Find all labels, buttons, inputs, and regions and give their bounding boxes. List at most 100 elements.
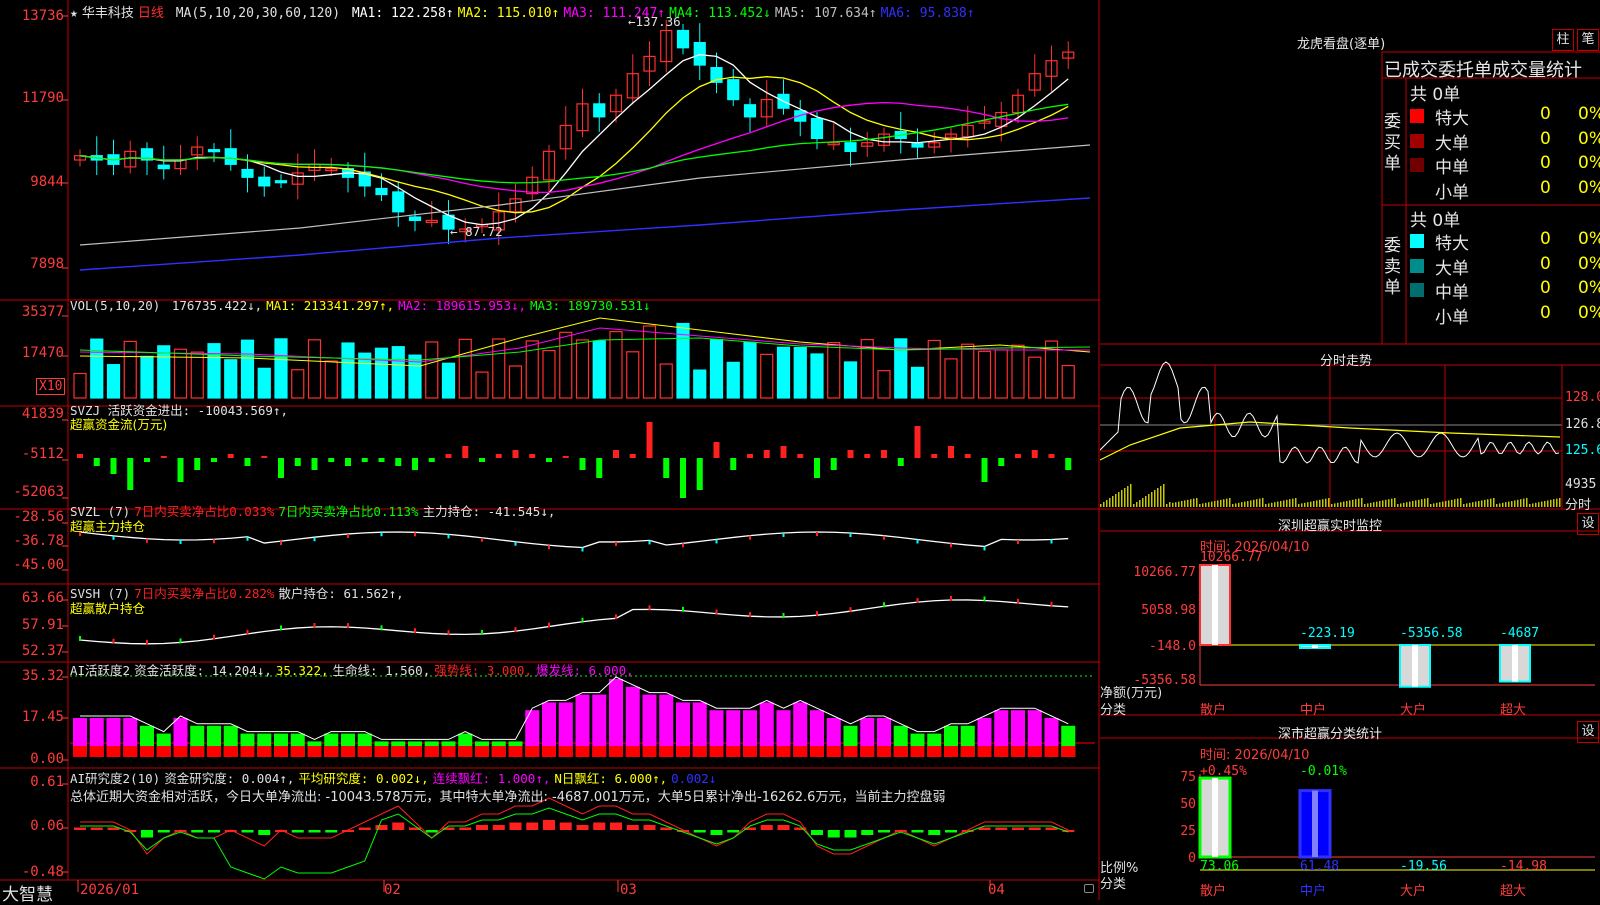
research-bar — [358, 827, 371, 830]
fenshi-volume-bar — [1322, 499, 1324, 507]
volume-bar — [307, 339, 322, 399]
fund-flow-bar — [914, 426, 921, 458]
svsh-axis-label: 57.91 — [21, 617, 64, 633]
volume-bar — [877, 370, 891, 399]
fenshi-axis-label: 126.8 — [1565, 417, 1600, 432]
fenshi-volume-bar — [1295, 498, 1297, 507]
volume-bar — [324, 360, 338, 399]
holding-tick — [313, 623, 316, 629]
activity-base — [1061, 746, 1076, 757]
fenshi-volume-bar — [1511, 501, 1513, 507]
order-count: 0 — [1540, 253, 1551, 274]
holding-tick — [514, 627, 517, 633]
research-bar — [626, 825, 639, 830]
fenshi-volume-bar — [1508, 501, 1510, 507]
fund-flow-bar — [412, 458, 418, 470]
activity-base — [1011, 746, 1025, 757]
candle-body — [810, 117, 824, 140]
price-axis-label: 9844 — [30, 174, 64, 190]
fenshi-volume-bar — [1160, 486, 1162, 507]
research-bar — [308, 830, 321, 833]
research-bar — [844, 830, 857, 838]
fenshi-volume-bar — [1109, 498, 1111, 507]
volume-bar — [542, 349, 556, 399]
holding-tick — [816, 532, 818, 537]
fenshi-volume-bar — [1529, 504, 1531, 507]
sell-order-row: 特大 0 0% — [1410, 229, 1600, 254]
fenshi-volume-bar — [1427, 498, 1429, 507]
fenshi-volume-bar — [1250, 500, 1252, 507]
lock-icon[interactable] — [1084, 884, 1094, 893]
fund-flow-bar — [244, 458, 251, 466]
sz-monitor-settings-button[interactable]: 设 — [1577, 513, 1599, 535]
ma-value: MA4: 113.452↓ — [669, 6, 771, 21]
holding-tick — [782, 612, 785, 618]
fenshi-volume-bar — [1262, 498, 1264, 507]
fenshi-volume-bar — [1475, 501, 1477, 507]
date-axis-label: 2026/01 — [80, 882, 140, 898]
volume-bar — [441, 362, 456, 399]
volume-bar — [106, 364, 121, 399]
activity-base — [441, 746, 456, 757]
volume-bar — [575, 339, 590, 399]
volume-bar — [492, 338, 506, 399]
fenshi-axis-label: 128.0 — [1565, 390, 1600, 405]
ai-activity-axis-label: 35.32 — [21, 668, 64, 684]
class-category-label: 散户 — [1200, 884, 1227, 899]
fenshi-volume-bar — [1553, 499, 1555, 507]
order-percent: 0% — [1578, 302, 1600, 323]
fenshi-volume-bar — [1292, 498, 1294, 507]
fenshi-volume-bar — [1448, 500, 1450, 507]
fenshi-volume-bar — [1280, 501, 1282, 507]
class-value-label: -14.98 — [1500, 859, 1547, 874]
legend-swatch — [1410, 109, 1424, 123]
holding-tick — [313, 537, 316, 542]
fund-flow-bar — [328, 458, 335, 462]
fenshi-axis-label: 125.6 — [1565, 443, 1600, 458]
monitor-value-label: 10266.77 — [1200, 550, 1263, 565]
order-size-label: 特大 — [1435, 234, 1469, 254]
research-line — [80, 807, 1069, 880]
activity-base — [558, 746, 573, 757]
holding-tick — [481, 537, 483, 542]
fenshi-volume-bar — [1505, 502, 1507, 507]
ai-activity-label: AI活跃度2 — [70, 663, 131, 678]
fenshi-volume-bar — [1184, 500, 1186, 507]
sz-class-settings-button[interactable]: 设 — [1577, 721, 1599, 743]
vol-unit-badge[interactable]: X10 — [36, 378, 66, 395]
activity-base — [793, 746, 808, 757]
order-percent: 0% — [1578, 128, 1600, 149]
volume-bar — [90, 338, 104, 399]
fenshi-volume-bar — [1502, 502, 1504, 507]
activity-base — [207, 746, 221, 757]
holding-tick — [548, 622, 550, 628]
favorite-star-icon[interactable]: ★ — [70, 6, 78, 21]
sell-order-row: 中单 0 0% — [1410, 278, 1600, 303]
price-indicator-bar: ★ 华丰科技 日线 MA(5,10,20,30,60,120) MA1: 122.2… — [70, 2, 983, 21]
activity-base — [491, 746, 506, 757]
bar-mode-button[interactable]: 柱 — [1552, 29, 1574, 51]
period-label[interactable]: 日线 — [138, 6, 164, 21]
holding-tick — [280, 625, 282, 631]
kline-chart-area[interactable] — [0, 0, 1100, 900]
monitor-bar-highlight — [1412, 645, 1418, 687]
fenshi-volume-bar — [1238, 502, 1240, 507]
fund-flow-bar — [144, 458, 150, 462]
pen-mode-button[interactable]: 笔 — [1577, 29, 1599, 51]
fenshi-volume-bar — [1418, 499, 1420, 507]
buy-total: 共 0单 — [1410, 85, 1461, 105]
class-category-label: 大户 — [1400, 884, 1427, 899]
fund-flow-bar — [194, 458, 201, 470]
activity-base — [374, 746, 389, 757]
research-bar — [811, 830, 823, 835]
fenshi-volume-bar — [1421, 499, 1423, 507]
svzl-axis-label: -36.78 — [13, 533, 64, 549]
vol-axis-label: 35377 — [21, 304, 64, 320]
holding-tick — [749, 612, 751, 618]
research-bar — [593, 822, 606, 830]
buy-order-row: 中单 0 0% — [1410, 153, 1600, 178]
sell-side-label: 委卖单 — [1384, 236, 1401, 298]
fund-flow-bar — [680, 458, 686, 498]
fund-flow-bar — [1015, 454, 1021, 458]
date-axis-label: 02 — [384, 882, 401, 898]
